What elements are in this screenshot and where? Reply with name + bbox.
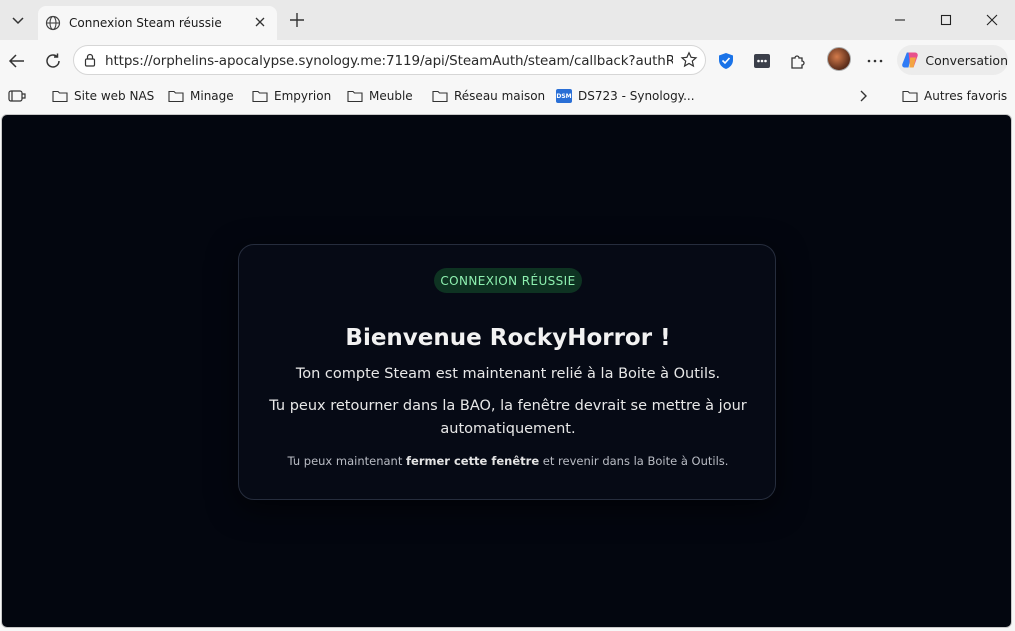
- profile-avatar[interactable]: [827, 47, 851, 71]
- address-bar[interactable]: https://orphelins-apocalypse.synology.me…: [73, 45, 706, 75]
- more-menu-button[interactable]: [862, 48, 888, 74]
- bookmark-empyrion[interactable]: Empyrion: [252, 86, 331, 106]
- shield-icon: [719, 53, 733, 69]
- note-bold: fermer cette fenêtre: [406, 454, 540, 468]
- linked-message: Ton compte Steam est maintenant relié à …: [295, 366, 721, 382]
- note-suffix: et revenir dans la Boite à Outils.: [539, 454, 729, 468]
- new-tab-button[interactable]: [285, 8, 309, 32]
- chevron-down-icon: [12, 17, 24, 25]
- bookmark-label: DS723 - Synology...: [578, 89, 695, 103]
- tab-strip: Connexion Steam réussie: [0, 0, 1015, 40]
- bookmarks-bar: Site web NAS Minage Empyrion Meuble Rése…: [0, 80, 1015, 112]
- close-window-button[interactable]: [976, 6, 1008, 34]
- welcome-heading: Bienvenue RockyHorror !: [345, 325, 671, 351]
- bookmark-minage[interactable]: Minage: [168, 86, 234, 106]
- puzzle-icon: [791, 55, 805, 69]
- bookmark-label: Minage: [190, 89, 234, 103]
- success-card: CONNEXION RÉUSSIE Bienvenue RockyHorror …: [238, 244, 776, 500]
- refresh-icon: [46, 53, 60, 68]
- globe-icon: [45, 15, 61, 31]
- lock-icon: [84, 53, 96, 67]
- bookmarks-overflow-button[interactable]: [858, 86, 868, 106]
- bookmark-site-web-nas[interactable]: Site web NAS: [52, 86, 154, 106]
- bookmark-label: Réseau maison: [454, 89, 546, 103]
- maximize-icon: [940, 14, 952, 26]
- reading-list-button[interactable]: [8, 86, 26, 106]
- minimize-icon: [895, 19, 905, 21]
- folder-icon: [168, 90, 184, 103]
- maximize-button[interactable]: [930, 6, 962, 34]
- folder-icon: [252, 90, 268, 103]
- arrow-left-icon: [8, 54, 24, 68]
- password-manager-icon: [754, 54, 770, 68]
- other-bookmarks-folder[interactable]: Autres favoris: [902, 86, 1007, 106]
- plus-icon: [290, 13, 304, 27]
- page-content: CONNEXION RÉUSSIE Bienvenue RockyHorror …: [1, 114, 1012, 628]
- refresh-button[interactable]: [40, 48, 66, 74]
- folder-icon: [347, 90, 363, 103]
- url-text: https://orphelins-apocalypse.synology.me…: [105, 53, 673, 69]
- tab-close-button[interactable]: [251, 13, 269, 31]
- password-extension-button[interactable]: [749, 48, 775, 74]
- note-prefix: Tu peux maintenant: [287, 454, 407, 468]
- copilot-button[interactable]: Conversation: [897, 45, 1008, 75]
- active-tab[interactable]: Connexion Steam réussie: [38, 6, 277, 40]
- copilot-icon: [902, 52, 918, 68]
- bookmark-ds723[interactable]: DSM DS723 - Synology...: [556, 86, 695, 106]
- bookmark-label: Site web NAS: [74, 89, 155, 103]
- return-message: Tu peux retourner dans la BAO, la fenêtr…: [269, 398, 747, 437]
- bookmark-label: Empyrion: [274, 89, 332, 103]
- minimize-button[interactable]: [884, 6, 916, 34]
- extensions-button[interactable]: [785, 48, 811, 74]
- folder-icon: [902, 90, 918, 103]
- back-button[interactable]: [4, 48, 30, 74]
- toolbar: https://orphelins-apocalypse.synology.me…: [0, 40, 1015, 80]
- ellipsis-icon: [867, 59, 883, 63]
- browser-window: Connexion Steam réussie https://orphelin…: [0, 0, 1015, 631]
- dsm-icon: DSM: [556, 89, 572, 103]
- bookmark-reseau-maison[interactable]: Réseau maison: [432, 86, 545, 106]
- copilot-label: Conversation: [925, 52, 1008, 68]
- close-icon: [986, 14, 998, 26]
- shield-extension-button[interactable]: [713, 48, 739, 74]
- status-badge: CONNEXION RÉUSSIE: [434, 268, 582, 293]
- bookmark-meuble[interactable]: Meuble: [347, 86, 413, 106]
- close-window-note: Tu peux maintenant fermer cette fenêtre …: [239, 454, 777, 468]
- other-bookmarks-label: Autres favoris: [924, 89, 1008, 103]
- tab-title: Connexion Steam réussie: [69, 16, 222, 30]
- close-icon: [255, 17, 265, 27]
- tab-groups-icon: [8, 90, 26, 102]
- tab-actions-button[interactable]: [5, 6, 31, 34]
- folder-icon: [432, 90, 448, 103]
- bookmark-label: Meuble: [369, 89, 413, 103]
- chevron-right-icon: [860, 90, 867, 102]
- folder-icon: [52, 90, 68, 103]
- star-icon[interactable]: [680, 51, 698, 69]
